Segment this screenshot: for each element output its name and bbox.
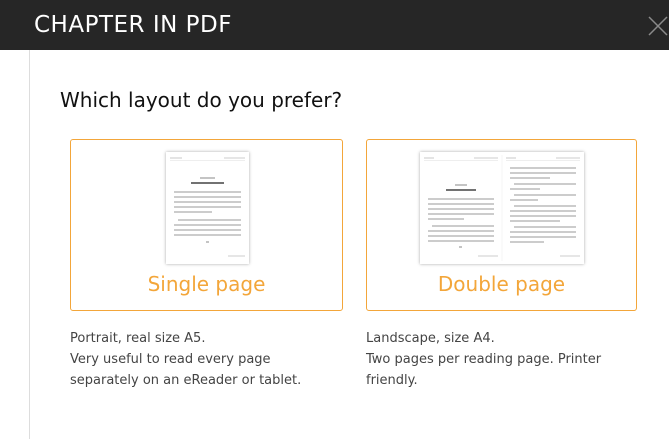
dialog-title: CHAPTER IN PDF bbox=[34, 12, 232, 38]
dialog-left-border bbox=[29, 50, 30, 439]
description-line: Very useful to read every page bbox=[70, 352, 271, 367]
description-line: separately on an eReader or tablet. bbox=[70, 373, 302, 388]
description-line: Landscape, size A4. bbox=[366, 331, 495, 346]
double-page-option[interactable]: Double page bbox=[366, 139, 637, 311]
single-page-preview bbox=[166, 152, 249, 264]
close-icon[interactable] bbox=[645, 13, 669, 39]
single-page-description: Portrait, real size A5. Very useful to r… bbox=[70, 328, 350, 391]
double-page-label: Double page bbox=[437, 272, 566, 296]
double-page-preview bbox=[420, 152, 584, 264]
description-line: Two pages per reading page. Printer bbox=[366, 352, 602, 367]
description-line: Portrait, real size A5. bbox=[70, 331, 206, 346]
single-page-label: Single page bbox=[147, 272, 266, 296]
dialog-header: CHAPTER IN PDF bbox=[0, 0, 669, 50]
double-page-description: Landscape, size A4. Two pages per readin… bbox=[366, 328, 626, 391]
description-line: friendly. bbox=[366, 373, 418, 388]
single-page-option[interactable]: Single page bbox=[70, 139, 343, 311]
layout-question: Which layout do you prefer? bbox=[60, 88, 343, 112]
